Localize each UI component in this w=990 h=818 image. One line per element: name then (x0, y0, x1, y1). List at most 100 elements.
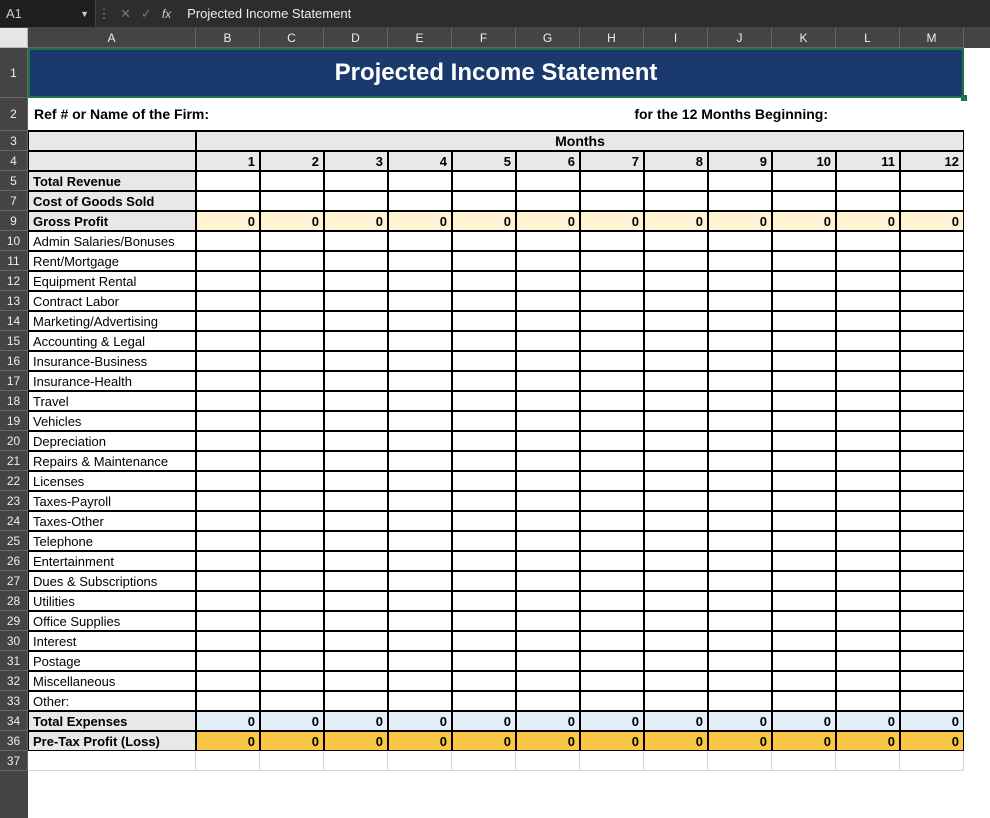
data-cell[interactable] (708, 471, 772, 491)
data-cell[interactable] (644, 491, 708, 511)
data-cell[interactable] (196, 331, 260, 351)
data-cell[interactable] (900, 331, 964, 351)
month-number-cell[interactable]: 3 (324, 151, 388, 171)
data-cell[interactable] (580, 651, 644, 671)
month-number-cell[interactable]: 4 (388, 151, 452, 171)
data-cell[interactable] (388, 571, 452, 591)
data-cell[interactable] (196, 491, 260, 511)
data-cell[interactable] (324, 611, 388, 631)
data-cell[interactable] (708, 291, 772, 311)
data-cell[interactable] (516, 531, 580, 551)
data-cell[interactable]: 0 (196, 731, 260, 751)
data-cell[interactable] (260, 631, 324, 651)
chevron-down-icon[interactable]: ▼ (80, 9, 89, 19)
data-cell[interactable]: 0 (644, 731, 708, 751)
empty-cell[interactable] (452, 751, 516, 771)
data-cell[interactable] (900, 371, 964, 391)
month-number-cell[interactable]: 6 (516, 151, 580, 171)
data-cell[interactable] (452, 231, 516, 251)
data-cell[interactable] (196, 611, 260, 631)
data-cell[interactable] (900, 291, 964, 311)
row-label[interactable]: Travel (28, 391, 196, 411)
data-cell[interactable] (772, 271, 836, 291)
data-cell[interactable] (644, 191, 708, 211)
data-cell[interactable] (196, 671, 260, 691)
data-cell[interactable] (708, 611, 772, 631)
data-cell[interactable]: 0 (260, 731, 324, 751)
data-cell[interactable] (772, 671, 836, 691)
data-cell[interactable] (260, 251, 324, 271)
data-cell[interactable] (836, 231, 900, 251)
row-header[interactable]: 33 (0, 691, 28, 711)
data-cell[interactable] (260, 671, 324, 691)
data-cell[interactable] (900, 651, 964, 671)
months-header[interactable]: Months (196, 131, 964, 151)
data-cell[interactable] (516, 591, 580, 611)
row-label[interactable]: Office Supplies (28, 611, 196, 631)
month-number-cell[interactable]: 7 (580, 151, 644, 171)
data-cell[interactable] (836, 491, 900, 511)
data-cell[interactable] (452, 451, 516, 471)
data-cell[interactable] (452, 531, 516, 551)
row-header[interactable]: 22 (0, 471, 28, 491)
data-cell[interactable] (260, 431, 324, 451)
data-cell[interactable] (772, 651, 836, 671)
data-cell[interactable] (836, 371, 900, 391)
row-label[interactable]: Telephone (28, 531, 196, 551)
column-header[interactable]: J (708, 28, 772, 48)
data-cell[interactable] (388, 451, 452, 471)
data-cell[interactable] (452, 311, 516, 331)
data-cell[interactable] (388, 671, 452, 691)
data-cell[interactable] (836, 611, 900, 631)
data-cell[interactable] (900, 691, 964, 711)
data-cell[interactable] (836, 451, 900, 471)
data-cell[interactable] (516, 511, 580, 531)
data-cell[interactable]: 0 (452, 211, 516, 231)
data-cell[interactable] (260, 391, 324, 411)
data-cell[interactable] (388, 531, 452, 551)
data-cell[interactable] (260, 471, 324, 491)
row-header[interactable]: 19 (0, 411, 28, 431)
data-cell[interactable] (836, 691, 900, 711)
month-number-cell[interactable]: 9 (708, 151, 772, 171)
data-cell[interactable] (836, 311, 900, 331)
data-cell[interactable] (644, 171, 708, 191)
data-cell[interactable]: 0 (644, 211, 708, 231)
data-cell[interactable] (836, 471, 900, 491)
row-header[interactable]: 28 (0, 591, 28, 611)
data-cell[interactable] (900, 571, 964, 591)
data-cell[interactable] (324, 431, 388, 451)
data-cell[interactable] (452, 331, 516, 351)
data-cell[interactable] (324, 471, 388, 491)
data-cell[interactable] (580, 631, 644, 651)
data-cell[interactable] (772, 391, 836, 411)
data-cell[interactable] (324, 191, 388, 211)
data-cell[interactable] (836, 411, 900, 431)
data-cell[interactable] (324, 311, 388, 331)
data-cell[interactable] (644, 391, 708, 411)
data-cell[interactable] (388, 271, 452, 291)
data-cell[interactable]: 0 (772, 731, 836, 751)
column-header[interactable]: M (900, 28, 964, 48)
data-cell[interactable] (772, 591, 836, 611)
data-cell[interactable] (644, 531, 708, 551)
data-cell[interactable] (708, 311, 772, 331)
data-cell[interactable]: 0 (708, 211, 772, 231)
row-header[interactable]: 26 (0, 551, 28, 571)
data-cell[interactable] (900, 311, 964, 331)
row-label[interactable]: Gross Profit (28, 211, 196, 231)
data-cell[interactable] (772, 231, 836, 251)
data-cell[interactable] (708, 671, 772, 691)
column-header[interactable]: E (388, 28, 452, 48)
data-cell[interactable] (772, 471, 836, 491)
column-header[interactable]: F (452, 28, 516, 48)
data-cell[interactable] (196, 691, 260, 711)
data-cell[interactable] (388, 471, 452, 491)
data-cell[interactable] (324, 571, 388, 591)
data-cell[interactable] (516, 631, 580, 651)
data-cell[interactable] (644, 411, 708, 431)
data-cell[interactable] (452, 291, 516, 311)
data-cell[interactable] (388, 651, 452, 671)
row-label[interactable]: Equipment Rental (28, 271, 196, 291)
row-header[interactable]: 27 (0, 571, 28, 591)
